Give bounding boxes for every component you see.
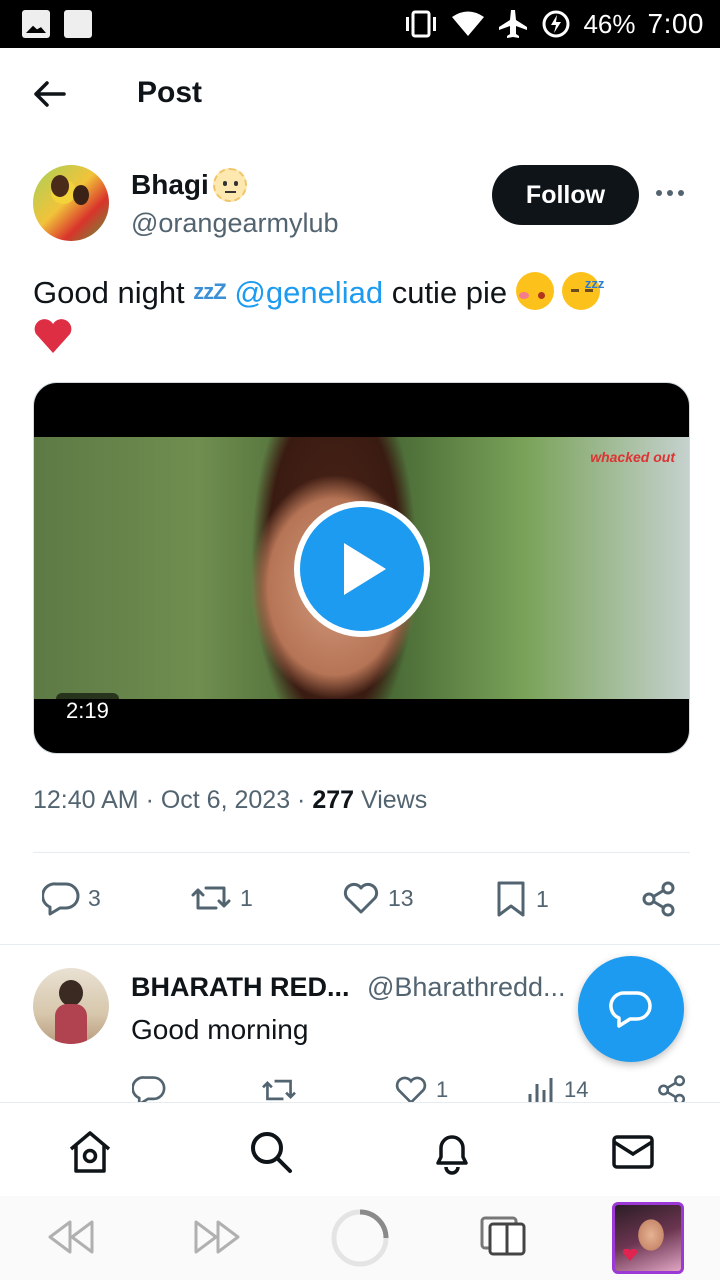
heart-icon: [395, 1076, 427, 1102]
loading-spinner: [330, 1208, 390, 1273]
reply-share-button[interactable]: [656, 1074, 688, 1102]
divider: [33, 852, 690, 853]
author-name-row[interactable]: Bhagi: [131, 168, 247, 202]
dot-icon: [667, 190, 673, 196]
post-text-part1: Good night: [33, 275, 185, 310]
author-avatar[interactable]: [33, 165, 109, 241]
app-notification-icon: [64, 10, 92, 38]
reply-views-count: 14: [564, 1077, 589, 1102]
battery-saver-icon: [542, 10, 570, 38]
tabs-button[interactable]: [480, 1212, 528, 1261]
post-meta: 12:40 AM · Oct 6, 2023 · 277 Views: [33, 786, 428, 814]
post-actions: 3 1 13 1: [0, 872, 720, 928]
share-button[interactable]: [640, 880, 678, 918]
like-button[interactable]: 13: [342, 880, 414, 916]
airplane-icon: [499, 10, 528, 38]
views-count: 277: [312, 786, 355, 814]
profile-thumbnail[interactable]: [612, 1202, 684, 1274]
rewind-button[interactable]: [44, 1218, 98, 1261]
reply-count: 3: [88, 884, 101, 911]
messages-tab[interactable]: [610, 1129, 656, 1175]
post-timestamp: 12:40 AM · Oct 6, 2023: [33, 786, 291, 814]
wifi-icon: [452, 11, 485, 36]
divider: [0, 944, 720, 945]
reply-repost-button[interactable]: [260, 1074, 298, 1102]
spinner-icon: [331, 1209, 389, 1267]
views-label[interactable]: Views: [361, 786, 427, 814]
video-watermark: whacked out: [590, 449, 675, 465]
reply-author-avatar[interactable]: [33, 968, 109, 1044]
kissing-face-emoji-icon: [515, 272, 554, 310]
reply-reply-button[interactable]: [132, 1074, 166, 1102]
repost-button[interactable]: 1: [190, 880, 253, 916]
bottom-nav-bar: [0, 1102, 720, 1196]
red-heart-emoji-icon: [33, 317, 73, 355]
zzz-emoji: zzZ: [193, 279, 226, 304]
bell-icon: [436, 1135, 468, 1175]
share-icon: [658, 1075, 686, 1102]
search-tab[interactable]: [248, 1129, 294, 1175]
repost-icon: [191, 886, 231, 910]
reply-author-name[interactable]: BHARATH RED...: [131, 972, 350, 1003]
reply-button[interactable]: 3: [42, 880, 101, 916]
share-icon: [642, 881, 675, 917]
vibrate-icon: [406, 10, 437, 38]
back-button[interactable]: [30, 76, 70, 112]
bookmark-count: 1: [536, 885, 549, 912]
gallery-notification-icon: [22, 10, 50, 38]
dot-icon: [678, 190, 684, 196]
battery-percent: 46%: [583, 8, 636, 39]
reply-text: Good morning: [131, 1014, 309, 1045]
fast-forward-icon: [194, 1220, 240, 1254]
like-count: 13: [388, 884, 414, 911]
fast-forward-button[interactable]: [190, 1218, 244, 1261]
reply-like-button[interactable]: 1: [394, 1074, 448, 1102]
video-player[interactable]: whacked out 2:19: [33, 382, 690, 754]
reply-icon: [42, 882, 80, 916]
home-tab[interactable]: [67, 1129, 113, 1175]
bookmark-button[interactable]: 1: [494, 880, 549, 918]
page-title: Post: [137, 76, 203, 109]
author-handle[interactable]: @orangearmylub: [131, 208, 339, 239]
notifications-tab[interactable]: [429, 1129, 475, 1175]
analytics-icon: [528, 1078, 553, 1102]
search-icon: [251, 1132, 292, 1173]
post-text-part2: cutie pie: [391, 275, 508, 310]
post-text: Good night zzZ @geneliad cutie pie: [33, 262, 683, 359]
author-name: Bhagi: [131, 169, 209, 200]
status-bar: 46% 7:00: [0, 0, 720, 48]
arrow-left-icon: [34, 81, 66, 107]
reply-views-button[interactable]: 14: [526, 1074, 588, 1102]
play-button[interactable]: [294, 501, 430, 637]
follow-button[interactable]: Follow: [492, 165, 639, 225]
heart-icon: [343, 882, 379, 914]
play-icon: [344, 543, 386, 595]
rewind-icon: [48, 1220, 94, 1254]
bookmark-icon: [497, 881, 525, 917]
repost-icon: [262, 1079, 296, 1101]
neutral-face-emoji-icon: [212, 168, 247, 202]
clock: 7:00: [647, 8, 704, 39]
reply-author-handle[interactable]: @Bharathredd...: [367, 972, 566, 1003]
sleeping-face-emoji-icon: [562, 262, 604, 310]
tabs-icon: [480, 1216, 526, 1256]
top-app-bar: Post: [0, 48, 720, 140]
reply-icon: [609, 991, 652, 1028]
reply-actions: 1 14: [0, 1070, 720, 1102]
more-options-button[interactable]: [656, 190, 688, 200]
reply-like-count: 1: [436, 1077, 449, 1102]
reply-icon: [132, 1076, 166, 1102]
envelope-icon: [612, 1135, 654, 1169]
video-duration: 2:19: [56, 693, 119, 729]
repost-count: 1: [240, 884, 253, 911]
dot-icon: [656, 190, 662, 196]
home-icon: [69, 1131, 111, 1173]
mention-link[interactable]: @geneliad: [234, 275, 383, 310]
compose-reply-fab[interactable]: [578, 956, 684, 1062]
